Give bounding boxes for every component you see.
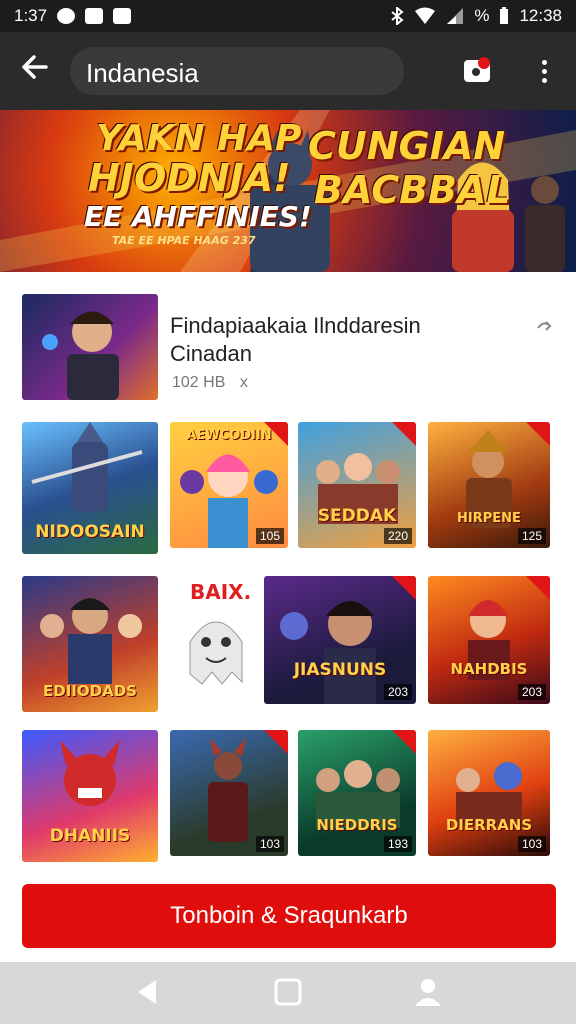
nav-home-button[interactable]: [272, 976, 304, 1008]
promo-sticker[interactable]: BAIX.: [176, 576, 256, 696]
triangle-back-icon: [138, 980, 156, 1004]
status-bar: 1:37 % 12:38: [0, 0, 576, 32]
status-time-left: 1:37: [14, 6, 48, 25]
search-field[interactable]: Indanesia: [70, 47, 404, 95]
new-ribbon: [526, 422, 550, 446]
banner-headline-1: YAKN HAP: [96, 118, 302, 159]
app-meta: 102 HB x: [172, 374, 248, 392]
game-tile[interactable]: JIASNUNS 203: [264, 576, 416, 704]
game-tile[interactable]: HIRPENE 125: [428, 422, 550, 548]
square-home-icon: [274, 978, 302, 1006]
app-title-line-1: Findapiaakaia Ilnddaresin: [170, 313, 421, 338]
person-icon: [415, 979, 441, 1006]
banner-headline-3: EE AHFFINIES!: [84, 200, 312, 233]
back-button[interactable]: [20, 52, 60, 92]
app-meta-icon: x: [239, 374, 248, 391]
cast-icon: [464, 57, 490, 82]
app-title: Findapiaakaia Ilnddaresin Cinadan: [170, 312, 421, 368]
tile-label: HIRPENE: [457, 511, 521, 526]
game-tile[interactable]: EDIIODADS: [22, 576, 158, 712]
tile-label: NIEDDRIS: [316, 816, 398, 834]
more-options-button[interactable]: [532, 54, 556, 88]
share-button[interactable]: [534, 318, 554, 338]
new-ribbon: [526, 576, 550, 600]
tile-count: 125: [517, 528, 546, 544]
new-ribbon: [264, 422, 288, 446]
message-icon: [113, 8, 132, 24]
sticker-label: BAIX.: [190, 580, 252, 604]
notification-icon: [57, 8, 76, 24]
app-card: Findapiaakaia Ilnddaresin Cinadan 102 HB…: [0, 272, 576, 962]
tile-label: EDIIODADS: [43, 682, 137, 700]
app-title-line-2: Cinadan: [170, 341, 252, 366]
new-ribbon: [392, 422, 416, 446]
more-vert-icon: [532, 54, 556, 83]
promo-banner[interactable]: YAKN HAP HJODNJA! EE AHFFINIES! TAE EE H…: [0, 110, 576, 272]
game-tile[interactable]: NAHDBIS 203: [428, 576, 550, 704]
tile-count: 193: [383, 836, 412, 852]
nav-profile-button[interactable]: [412, 976, 444, 1008]
cloud-icon: [85, 8, 104, 24]
search-value: Indanesia: [86, 58, 199, 88]
nav-back-button[interactable]: [132, 976, 164, 1008]
game-tile[interactable]: 103: [170, 730, 288, 856]
bluetooth-icon: [391, 7, 404, 25]
tile-count: 203: [383, 684, 412, 700]
app-toolbar: Indanesia: [0, 32, 576, 110]
tile-label: NIDOOSAIN: [35, 522, 145, 542]
share-icon: [537, 321, 552, 331]
system-nav-bar: [0, 962, 576, 1024]
battery-percent: %: [474, 6, 490, 25]
new-ribbon: [392, 576, 416, 600]
new-ribbon: [264, 730, 288, 754]
banner-title-2: BACBBAL: [314, 168, 511, 212]
tile-count: 103: [255, 836, 284, 852]
hero-portrait-art: [42, 311, 119, 400]
banner-title-1: CUNGIAN: [308, 124, 506, 168]
game-tile[interactable]: DIERRANS 103: [428, 730, 550, 856]
banner-headline-2: HJODNJA!: [88, 156, 291, 200]
signal-icon: [447, 8, 464, 24]
tile-label: DHANIIS: [49, 826, 131, 846]
wifi-icon: [415, 7, 436, 24]
status-time-right: 12:38: [519, 6, 562, 25]
app-icon[interactable]: [22, 294, 158, 400]
banner-subline: TAE EE HPAE HAAG 237: [112, 234, 256, 247]
tile-count: 103: [517, 836, 546, 852]
app-size: 102 HB: [172, 374, 226, 391]
tile-label: DIERRANS: [445, 816, 533, 834]
tile-label: SEDDAK: [317, 506, 397, 526]
tile-count: 220: [383, 528, 412, 544]
ghost-mascot-icon: [189, 621, 243, 685]
game-tile[interactable]: NIEDDRIS 193: [298, 730, 416, 856]
cast-button[interactable]: [462, 56, 494, 84]
install-button[interactable]: Tonboin & Sraqunkarb: [22, 884, 556, 948]
tile-label: NAHDBIS: [450, 660, 528, 678]
game-tile[interactable]: NIDOOSAIN: [22, 422, 158, 554]
game-tile[interactable]: DHANIIS: [22, 730, 158, 862]
battery-icon: [500, 7, 509, 24]
new-ribbon: [392, 730, 416, 754]
tile-label: JIASNUNS: [293, 660, 387, 680]
tile-count: 203: [517, 684, 546, 700]
tile-count: 105: [255, 528, 284, 544]
arrow-left-icon: [22, 55, 48, 79]
game-tile[interactable]: SEDDAK 220: [298, 422, 416, 548]
game-tile[interactable]: AEWCODIIN 105: [170, 422, 288, 548]
